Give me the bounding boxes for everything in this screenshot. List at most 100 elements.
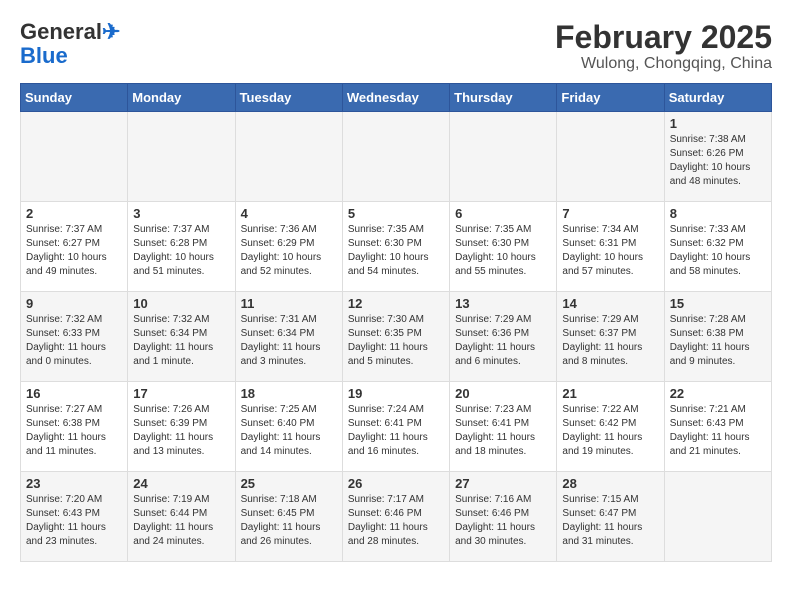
day-number: 21 xyxy=(562,386,658,401)
day-number: 12 xyxy=(348,296,444,311)
calendar-cell xyxy=(664,472,771,562)
calendar-cell: 7 Sunrise: 7:34 AM Sunset: 6:31 PM Daylig… xyxy=(557,202,664,292)
calendar-cell: 11 Sunrise: 7:31 AM Sunset: 6:34 PM Dayli… xyxy=(235,292,342,382)
calendar-cell: 12 Sunrise: 7:30 AM Sunset: 6:35 PM Dayli… xyxy=(342,292,449,382)
day-info: Sunrise: 7:29 AM Sunset: 6:36 PM Dayligh… xyxy=(455,313,551,369)
logo: General✈ Blue xyxy=(20,20,120,68)
calendar-cell: 17 Sunrise: 7:26 AM Sunset: 6:39 PM Dayli… xyxy=(128,382,235,472)
day-info: Sunrise: 7:35 AM Sunset: 6:30 PM Dayligh… xyxy=(455,223,551,279)
calendar-cell: 4Sunrise: 7:36 AM Sunset: 6:29 PM Daylig… xyxy=(235,202,342,292)
day-number: 13 xyxy=(455,296,551,311)
day-number: 8 xyxy=(670,206,766,221)
day-number: 18 xyxy=(241,386,337,401)
day-info: Sunrise: 7:20 AM Sunset: 6:43 PM Dayligh… xyxy=(26,493,122,549)
day-number: 16 xyxy=(26,386,122,401)
day-info: Sunrise: 7:35 AM Sunset: 6:30 PM Dayligh… xyxy=(348,223,444,279)
day-info: Sunrise: 7:26 AM Sunset: 6:39 PM Dayligh… xyxy=(133,403,229,459)
calendar-cell: 3 Sunrise: 7:37 AM Sunset: 6:28 PM Daylig… xyxy=(128,202,235,292)
calendar-cell xyxy=(557,112,664,202)
day-number: 2 xyxy=(26,206,122,221)
calendar-cell: 14 Sunrise: 7:29 AM Sunset: 6:37 PM Dayli… xyxy=(557,292,664,382)
day-info: Sunrise: 7:31 AM Sunset: 6:34 PM Dayligh… xyxy=(241,313,337,369)
day-number: 27 xyxy=(455,476,551,491)
calendar-cell: 5Sunrise: 7:35 AM Sunset: 6:30 PM Daylig… xyxy=(342,202,449,292)
calendar-week-row: 23 Sunrise: 7:20 AM Sunset: 6:43 PM Dayli… xyxy=(21,472,772,562)
calendar-cell xyxy=(235,112,342,202)
day-number: 11 xyxy=(241,296,337,311)
calendar-cell xyxy=(450,112,557,202)
calendar-cell: 1 Sunrise: 7:38 AM Sunset: 6:26 PM Daylig… xyxy=(664,112,771,202)
calendar-cell: 13 Sunrise: 7:29 AM Sunset: 6:36 PM Dayli… xyxy=(450,292,557,382)
day-info: Sunrise: 7:24 AM Sunset: 6:41 PM Dayligh… xyxy=(348,403,444,459)
day-number: 20 xyxy=(455,386,551,401)
day-number: 9 xyxy=(26,296,122,311)
calendar-cell xyxy=(21,112,128,202)
day-info: Sunrise: 7:29 AM Sunset: 6:37 PM Dayligh… xyxy=(562,313,658,369)
day-info: Sunrise: 7:30 AM Sunset: 6:35 PM Dayligh… xyxy=(348,313,444,369)
calendar-cell: 18 Sunrise: 7:25 AM Sunset: 6:40 PM Dayli… xyxy=(235,382,342,472)
weekday-header-sunday: Sunday xyxy=(21,84,128,112)
calendar-cell: 6 Sunrise: 7:35 AM Sunset: 6:30 PM Daylig… xyxy=(450,202,557,292)
month-title: February 2025 xyxy=(555,20,772,55)
calendar-cell: 10 Sunrise: 7:32 AM Sunset: 6:34 PM Dayli… xyxy=(128,292,235,382)
day-info: Sunrise: 7:34 AM Sunset: 6:31 PM Dayligh… xyxy=(562,223,658,279)
calendar-week-row: 9 Sunrise: 7:32 AM Sunset: 6:33 PM Daylig… xyxy=(21,292,772,382)
day-info: Sunrise: 7:22 AM Sunset: 6:42 PM Dayligh… xyxy=(562,403,658,459)
page-header: General✈ Blue February 2025 Wulong, Chon… xyxy=(20,20,772,73)
calendar-cell xyxy=(128,112,235,202)
day-number: 1 xyxy=(670,116,766,131)
day-info: Sunrise: 7:32 AM Sunset: 6:33 PM Dayligh… xyxy=(26,313,122,369)
title-section: February 2025 Wulong, Chongqing, China xyxy=(555,20,772,73)
day-number: 4 xyxy=(241,206,337,221)
calendar-cell xyxy=(342,112,449,202)
day-info: Sunrise: 7:25 AM Sunset: 6:40 PM Dayligh… xyxy=(241,403,337,459)
calendar-week-row: 2 Sunrise: 7:37 AM Sunset: 6:27 PM Daylig… xyxy=(21,202,772,292)
day-info: Sunrise: 7:37 AM Sunset: 6:28 PM Dayligh… xyxy=(133,223,229,279)
day-number: 23 xyxy=(26,476,122,491)
day-info: Sunrise: 7:27 AM Sunset: 6:38 PM Dayligh… xyxy=(26,403,122,459)
day-number: 3 xyxy=(133,206,229,221)
calendar-cell: 27 Sunrise: 7:16 AM Sunset: 6:46 PM Dayli… xyxy=(450,472,557,562)
calendar-cell: 16 Sunrise: 7:27 AM Sunset: 6:38 PM Dayli… xyxy=(21,382,128,472)
calendar-cell: 19 Sunrise: 7:24 AM Sunset: 6:41 PM Dayli… xyxy=(342,382,449,472)
day-number: 19 xyxy=(348,386,444,401)
day-number: 26 xyxy=(348,476,444,491)
weekday-header-thursday: Thursday xyxy=(450,84,557,112)
day-number: 15 xyxy=(670,296,766,311)
day-number: 10 xyxy=(133,296,229,311)
day-info: Sunrise: 7:19 AM Sunset: 6:44 PM Dayligh… xyxy=(133,493,229,549)
weekday-header-friday: Friday xyxy=(557,84,664,112)
location-text: Wulong, Chongqing, China xyxy=(555,55,772,73)
weekday-header-wednesday: Wednesday xyxy=(342,84,449,112)
day-number: 14 xyxy=(562,296,658,311)
calendar-week-row: 1 Sunrise: 7:38 AM Sunset: 6:26 PM Daylig… xyxy=(21,112,772,202)
day-info: Sunrise: 7:28 AM Sunset: 6:38 PM Dayligh… xyxy=(670,313,766,369)
day-info: Sunrise: 7:21 AM Sunset: 6:43 PM Dayligh… xyxy=(670,403,766,459)
calendar-cell: 25Sunrise: 7:18 AM Sunset: 6:45 PM Dayli… xyxy=(235,472,342,562)
day-info: Sunrise: 7:38 AM Sunset: 6:26 PM Dayligh… xyxy=(670,133,766,189)
day-info: Sunrise: 7:16 AM Sunset: 6:46 PM Dayligh… xyxy=(455,493,551,549)
calendar-cell: 24 Sunrise: 7:19 AM Sunset: 6:44 PM Dayli… xyxy=(128,472,235,562)
weekday-header-saturday: Saturday xyxy=(664,84,771,112)
calendar-cell: 21 Sunrise: 7:22 AM Sunset: 6:42 PM Dayli… xyxy=(557,382,664,472)
day-number: 7 xyxy=(562,206,658,221)
calendar-cell: 20 Sunrise: 7:23 AM Sunset: 6:41 PM Dayli… xyxy=(450,382,557,472)
day-info: Sunrise: 7:18 AM Sunset: 6:45 PM Dayligh… xyxy=(241,493,337,549)
day-number: 17 xyxy=(133,386,229,401)
calendar-week-row: 16 Sunrise: 7:27 AM Sunset: 6:38 PM Dayli… xyxy=(21,382,772,472)
day-info: Sunrise: 7:37 AM Sunset: 6:27 PM Dayligh… xyxy=(26,223,122,279)
logo-blue-text: Blue xyxy=(20,43,68,68)
weekday-header-tuesday: Tuesday xyxy=(235,84,342,112)
day-info: Sunrise: 7:33 AM Sunset: 6:32 PM Dayligh… xyxy=(670,223,766,279)
weekday-header-monday: Monday xyxy=(128,84,235,112)
calendar-cell: 26Sunrise: 7:17 AM Sunset: 6:46 PM Dayli… xyxy=(342,472,449,562)
day-info: Sunrise: 7:32 AM Sunset: 6:34 PM Dayligh… xyxy=(133,313,229,369)
calendar-cell: 15 Sunrise: 7:28 AM Sunset: 6:38 PM Dayli… xyxy=(664,292,771,382)
logo-general-text: General xyxy=(20,19,102,44)
day-number: 6 xyxy=(455,206,551,221)
day-number: 24 xyxy=(133,476,229,491)
day-info: Sunrise: 7:23 AM Sunset: 6:41 PM Dayligh… xyxy=(455,403,551,459)
day-number: 22 xyxy=(670,386,766,401)
calendar-cell: 22 Sunrise: 7:21 AM Sunset: 6:43 PM Dayli… xyxy=(664,382,771,472)
day-number: 28 xyxy=(562,476,658,491)
